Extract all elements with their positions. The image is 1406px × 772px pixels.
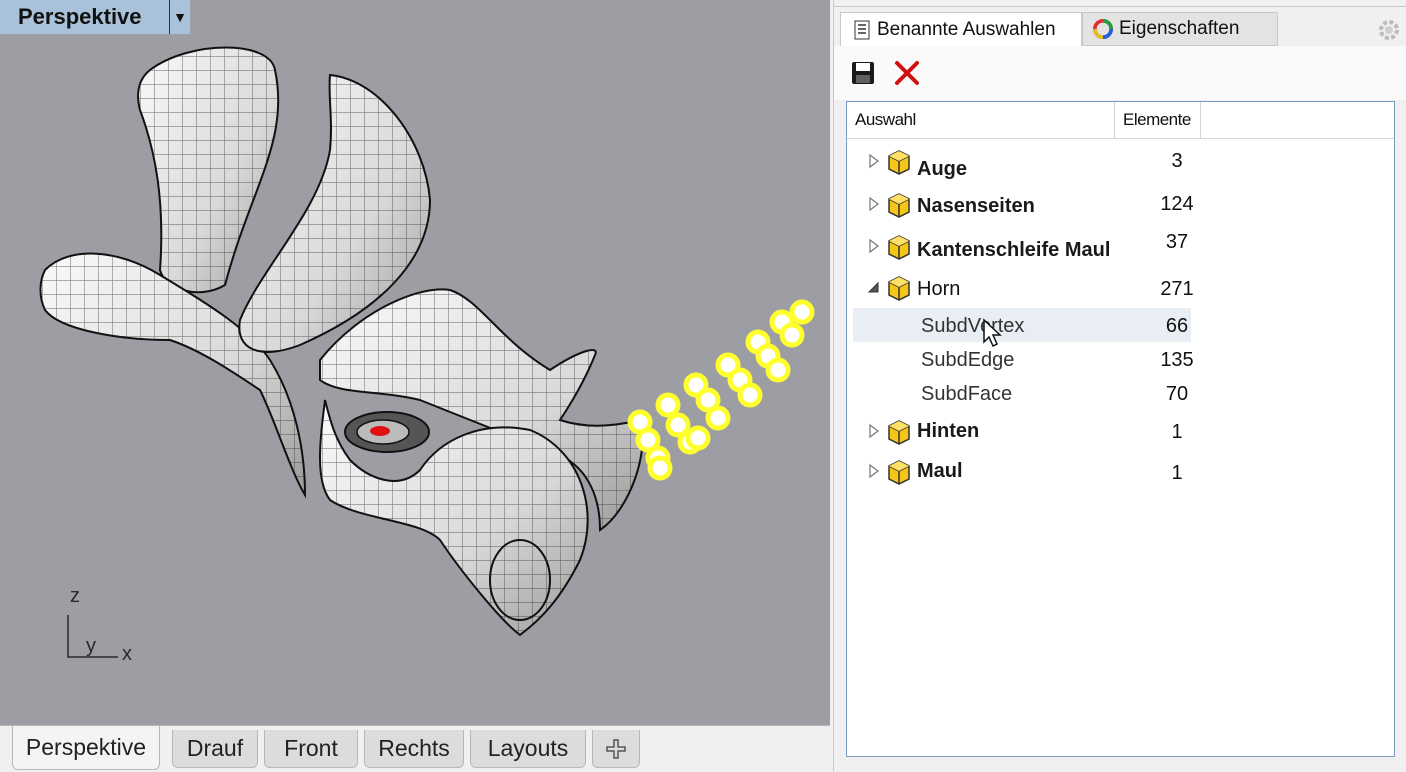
expand-triangle-icon[interactable]	[867, 423, 881, 439]
axis-y-label: y	[86, 635, 96, 657]
row-label: Hinten	[917, 420, 980, 442]
row-label: SubdVertex	[921, 315, 1025, 337]
expand-triangle-icon[interactable]	[867, 196, 881, 212]
row-count: 66	[1165, 315, 1189, 337]
column-header-elemente[interactable]: Elemente	[1115, 102, 1201, 138]
axis-x-label: x	[122, 643, 132, 665]
panel-toolbar	[834, 46, 1406, 100]
row-count: 124	[1160, 193, 1194, 215]
row-count: 37	[1165, 231, 1189, 253]
row-label: Nasenseiten	[917, 195, 1035, 217]
list-icon	[854, 20, 870, 39]
list-item[interactable]: SubdFace 70	[847, 377, 1394, 411]
row-label: Auge	[917, 158, 967, 180]
row-label: Kantenschleife Maul	[917, 239, 1111, 261]
color-wheel-icon	[1093, 19, 1113, 39]
list-item[interactable]: Horn 271	[847, 270, 1394, 304]
row-label: Maul	[917, 460, 963, 482]
tab-eigenschaften[interactable]: Eigenschaften	[1082, 12, 1278, 46]
list-header: Auswahl Elemente	[847, 102, 1394, 139]
cube-icon	[888, 235, 910, 260]
tab-benannte-auswahlen[interactable]: Benannte Auswahlen	[840, 12, 1082, 46]
row-count: 70	[1165, 383, 1189, 405]
perspective-viewport[interactable]: Perspektive ▼ z y x	[0, 0, 830, 725]
list-item[interactable]: Maul 1	[847, 454, 1394, 488]
cube-icon	[888, 276, 910, 301]
mouse-cursor-icon	[983, 318, 1002, 348]
list-item[interactable]: Nasenseiten 124	[847, 187, 1394, 221]
add-tab-button[interactable]	[592, 730, 640, 768]
list-item[interactable]: SubdEdge 135	[847, 343, 1394, 377]
expand-triangle-icon[interactable]	[867, 238, 881, 254]
eye-shape	[344, 411, 430, 453]
plus-icon	[606, 738, 626, 759]
row-label: SubdFace	[921, 383, 1013, 405]
viewport-title-bar[interactable]: Perspektive ▼	[0, 0, 190, 34]
row-count: 3	[1171, 150, 1183, 172]
tab-layouts[interactable]: Layouts	[470, 730, 586, 768]
cube-icon	[888, 460, 910, 485]
expand-triangle-icon[interactable]	[867, 153, 881, 169]
viewport-tabs: Perspektive Drauf Front Rechts Layouts	[0, 725, 830, 772]
expand-triangle-icon[interactable]	[867, 463, 881, 479]
tab-rechts[interactable]: Rechts	[364, 730, 464, 768]
save-button[interactable]	[848, 58, 878, 88]
delete-button[interactable]	[892, 58, 922, 88]
list-item[interactable]: Hinten 1	[847, 414, 1394, 448]
save-icon	[852, 62, 874, 84]
list-item[interactable]: Kantenschleife Maul 37	[847, 229, 1394, 263]
viewport-title[interactable]: Perspektive	[0, 4, 169, 30]
tab-perspektive[interactable]: Perspektive	[12, 726, 160, 770]
tab-front[interactable]: Front	[264, 730, 358, 768]
named-selections-panel: Benannte Auswahlen Eigenschaften Auswahl…	[833, 0, 1406, 771]
row-label: Horn	[917, 278, 961, 300]
panel-divider	[834, 6, 1406, 7]
row-count: 1	[1171, 462, 1183, 484]
ear-left-shape	[137, 46, 280, 294]
column-header-auswahl[interactable]: Auswahl	[847, 102, 1115, 138]
gear-icon[interactable]	[1377, 18, 1401, 42]
cube-icon	[888, 193, 910, 218]
list-item[interactable]: SubdVertex 66	[847, 308, 1394, 342]
cube-icon	[888, 150, 910, 175]
selection-list[interactable]: Auswahl Elemente Auge 3 Nasenseiten 124 …	[846, 101, 1395, 757]
row-count: 135	[1160, 349, 1194, 371]
selected-vertices	[627, 299, 815, 481]
axis-z-label: z	[70, 585, 80, 607]
list-item[interactable]: Auge 3	[847, 144, 1394, 180]
collapse-triangle-icon[interactable]	[867, 279, 881, 295]
tab-eigenschaften-label: Eigenschaften	[1119, 18, 1240, 39]
chevron-down-icon[interactable]: ▼	[169, 0, 190, 34]
cube-icon	[888, 420, 910, 445]
axis-indicator: z y x	[60, 585, 150, 675]
row-label: SubdEdge	[921, 349, 1015, 371]
row-count: 271	[1160, 278, 1194, 300]
tab-drauf[interactable]: Drauf	[172, 730, 258, 768]
tab-benannte-auswahlen-label: Benannte Auswahlen	[877, 18, 1056, 40]
row-count: 1	[1171, 421, 1183, 443]
delete-icon	[895, 61, 919, 85]
